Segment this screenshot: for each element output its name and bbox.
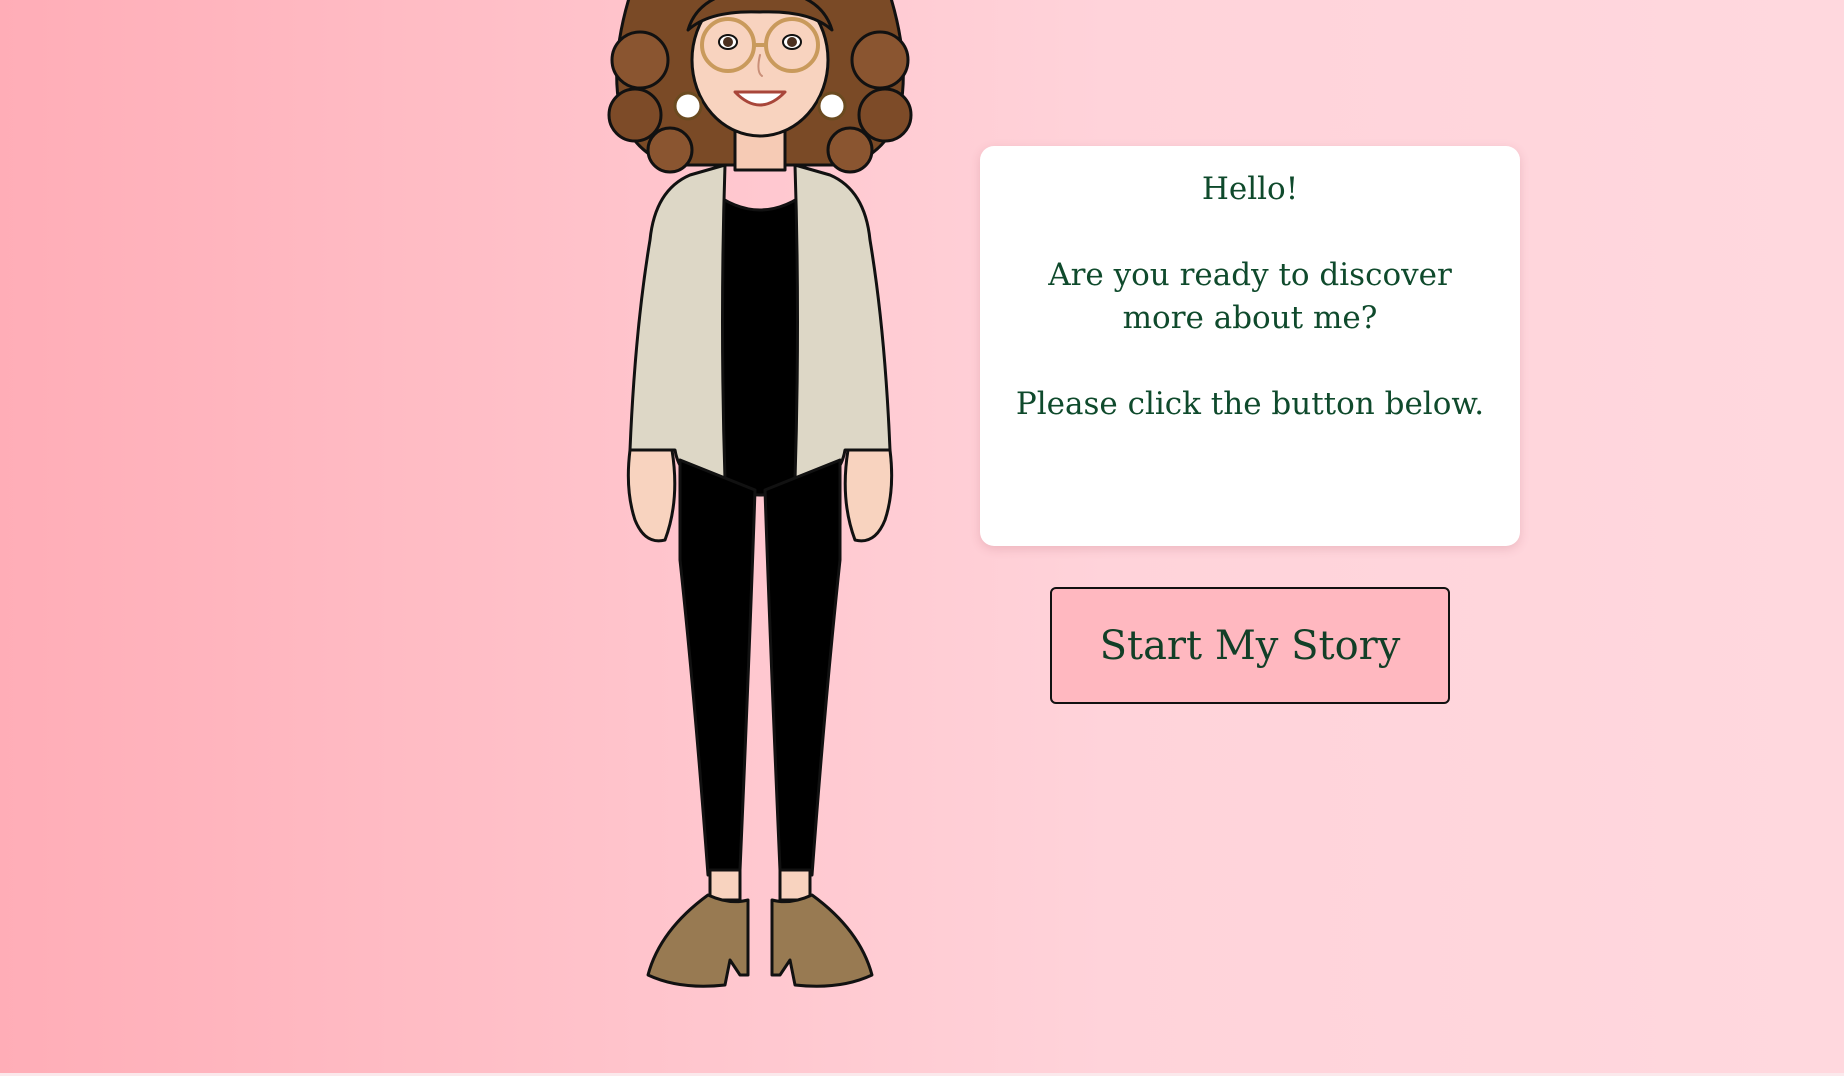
greeting-text: Hello! xyxy=(1201,171,1299,207)
message-card: Hello! Are you ready to discover more ab… xyxy=(980,146,1520,546)
question-text: Are you ready to discover more about me? xyxy=(1048,257,1452,336)
avatar-illustration xyxy=(600,0,920,1000)
avatar-woman-icon xyxy=(607,0,913,988)
instruction-text: Please click the button below. xyxy=(1015,386,1485,422)
start-my-story-button[interactable]: Start My Story xyxy=(1050,587,1450,704)
